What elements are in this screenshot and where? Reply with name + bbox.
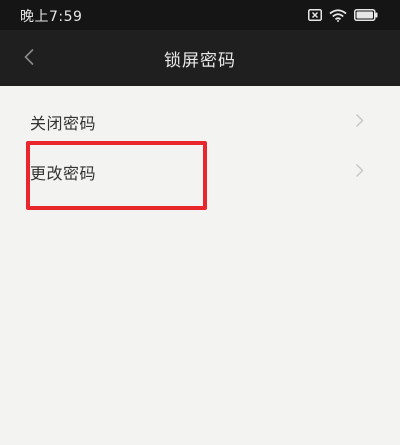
battery-icon xyxy=(354,9,378,21)
wifi-icon xyxy=(329,8,347,22)
status-time: 晚上7:59 xyxy=(20,9,83,25)
chevron-right-icon xyxy=(355,163,364,182)
phone-screen: 晚上7:59 锁屏密码 关闭密码 更改密码 xyxy=(0,0,400,445)
page-header: 锁屏密码 xyxy=(0,30,400,86)
status-bar: 晚上7:59 xyxy=(0,0,400,30)
status-icons xyxy=(308,7,378,23)
sim-x-icon xyxy=(308,9,322,21)
list-item-change-password[interactable]: 更改密码 xyxy=(0,146,400,196)
settings-list: 关闭密码 更改密码 xyxy=(0,86,400,445)
list-item-label: 关闭密码 xyxy=(30,114,97,133)
page-title: 锁屏密码 xyxy=(164,51,236,71)
list-item-label: 更改密码 xyxy=(30,164,97,183)
list-item-close-password[interactable]: 关闭密码 xyxy=(0,96,400,146)
chevron-right-icon xyxy=(355,113,364,132)
